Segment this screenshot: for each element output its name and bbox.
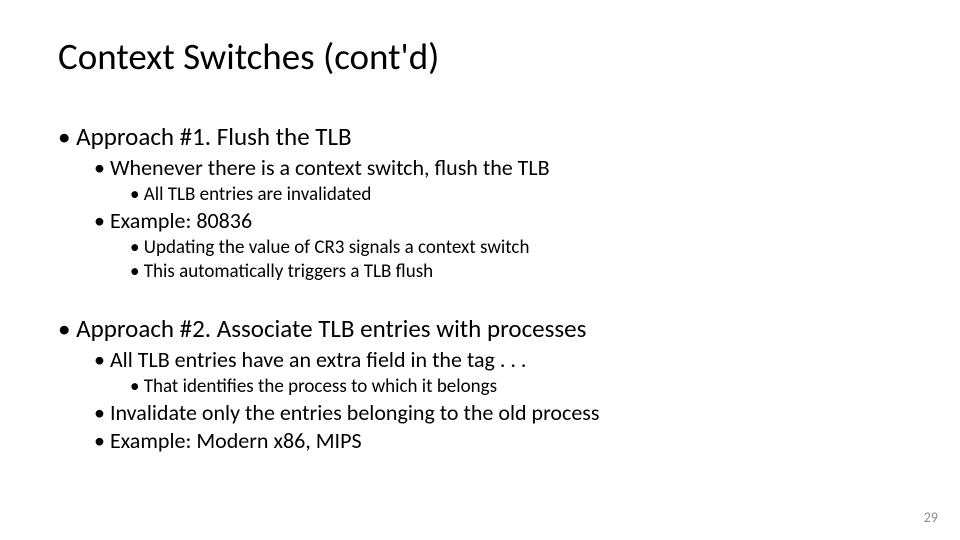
text: Example: 80836 xyxy=(110,207,252,234)
sublist: Updating the value of CR3 signals a cont… xyxy=(130,236,902,283)
text: That identifies the process to which it … xyxy=(144,375,497,398)
text: Invalidate only the entries belonging to… xyxy=(110,399,600,426)
bullet-item: All TLB entries have an extra field in t… xyxy=(94,346,902,398)
slide-title: Context Switches (cont'd) xyxy=(58,34,902,79)
bullet-item: Example: Modern x86, MIPS xyxy=(94,427,902,454)
page-number: 29 xyxy=(924,509,938,526)
text: All TLB entries are invalidated xyxy=(144,183,372,206)
bullet-item: Example: 80836 Updating the value of CR3… xyxy=(94,207,902,283)
bullet-item: Updating the value of CR3 signals a cont… xyxy=(130,236,902,259)
bullet-item: Whenever there is a context switch, flus… xyxy=(94,154,902,206)
text: Approach #2. Associate TLB entries with … xyxy=(76,313,586,344)
sublist: That identifies the process to which it … xyxy=(130,375,902,398)
sublist: All TLB entries have an extra field in t… xyxy=(94,346,902,454)
bullet-list: Approach #1. Flush the TLB Whenever ther… xyxy=(58,121,902,454)
approach-2-heading: Approach #2. Associate TLB entries with … xyxy=(58,313,902,454)
sublist: All TLB entries are invalidated xyxy=(130,183,902,206)
bullet-item: All TLB entries are invalidated xyxy=(130,183,902,206)
text: This automatically triggers a TLB flush xyxy=(144,260,433,283)
sublist: Whenever there is a context switch, flus… xyxy=(94,154,902,283)
bullet-item: This automatically triggers a TLB flush xyxy=(130,260,902,283)
text: Approach #1. Flush the TLB xyxy=(76,121,351,152)
text: Updating the value of CR3 signals a cont… xyxy=(144,236,530,259)
text: All TLB entries have an extra field in t… xyxy=(110,346,527,373)
slide: Context Switches (cont'd) Approach #1. F… xyxy=(0,0,960,540)
text: Example: Modern x86, MIPS xyxy=(110,427,362,454)
approach-1-heading: Approach #1. Flush the TLB Whenever ther… xyxy=(58,121,902,283)
bullet-item: Invalidate only the entries belonging to… xyxy=(94,399,902,426)
bullet-item: That identifies the process to which it … xyxy=(130,375,902,398)
text: Whenever there is a context switch, flus… xyxy=(110,154,550,181)
